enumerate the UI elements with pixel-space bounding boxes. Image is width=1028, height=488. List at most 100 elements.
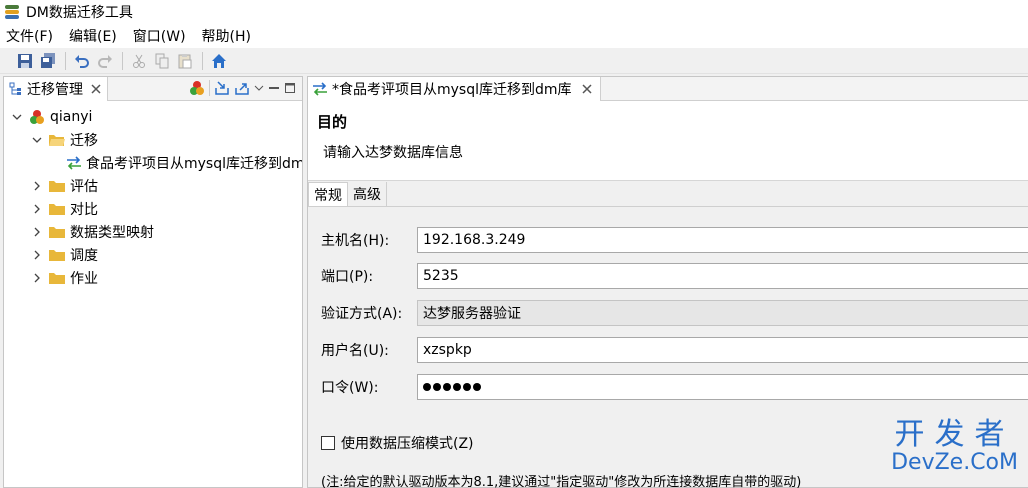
save-icon[interactable]	[14, 50, 36, 72]
folder-icon	[48, 224, 66, 240]
password-mask-dot	[473, 383, 481, 391]
toolbar-separator	[202, 51, 203, 70]
migration-task-icon	[66, 155, 82, 171]
redo-icon[interactable]	[94, 50, 116, 72]
chevron-right-icon[interactable]	[30, 179, 44, 193]
tree-item-migration-folder[interactable]: 迁移	[4, 128, 302, 151]
app-database-icon	[4, 4, 20, 20]
editor-tab-label: *食品考评项目从mysql库迁移到dm库	[332, 82, 572, 98]
folder-icon	[48, 270, 66, 286]
port-row: 端口(P):	[321, 263, 417, 289]
save-all-icon[interactable]	[37, 50, 59, 72]
password-row: 口令(W):	[321, 374, 417, 400]
chevron-right-icon[interactable]	[30, 248, 44, 262]
tree-item-label: 数据类型映射	[70, 224, 154, 241]
wizard-header: 目的 请输入达梦数据库信息	[308, 101, 1028, 181]
password-mask-dot	[443, 383, 451, 391]
tree-item-folder[interactable]: 作业	[4, 266, 302, 289]
port-input[interactable]: 5235	[417, 263, 1028, 289]
copy-icon[interactable]	[151, 50, 173, 72]
connect-icon[interactable]	[189, 80, 205, 96]
chevron-down-icon[interactable]	[30, 133, 44, 147]
folder-icon	[48, 247, 66, 263]
tree-item-migration-task[interactable]: 食品考评项目从mysql库迁移到dm库	[4, 151, 302, 174]
migration-manager-view: 迁移管理 qianyi 迁移 食品考评项目从mysql库迁移到dm库 评估 对比…	[3, 76, 303, 488]
migration-tree: qianyi 迁移 食品考评项目从mysql库迁移到dm库 评估 对比 数据类型…	[4, 101, 302, 289]
editor-tab-bar: *食品考评项目从mysql库迁移到dm库	[308, 77, 1028, 101]
tree-item-label: 评估	[70, 178, 98, 195]
close-icon[interactable]	[91, 83, 101, 94]
minimize-icon[interactable]	[268, 82, 280, 94]
compress-option[interactable]: 使用数据压缩模式(Z)	[321, 433, 474, 453]
folder-open-icon	[48, 132, 66, 148]
tree-item-label: 食品考评项目从mysql库迁移到dm库	[86, 155, 302, 172]
toolbar-separator	[122, 51, 123, 70]
undo-icon[interactable]	[71, 50, 93, 72]
tab-advanced[interactable]: 高级	[348, 182, 387, 206]
tab-general[interactable]: 常规	[308, 182, 348, 206]
username-input[interactable]: xzspkp	[417, 337, 1028, 363]
folder-icon	[48, 201, 66, 217]
chevron-down-icon[interactable]	[10, 110, 24, 124]
home-icon[interactable]	[208, 50, 230, 72]
view-menu-icon[interactable]	[254, 83, 264, 93]
tree-item-folder[interactable]: 评估	[4, 174, 302, 197]
migration-task-icon	[313, 82, 327, 96]
title-bar: DM数据迁移工具	[0, 0, 1028, 24]
user-label: 用户名(U):	[321, 343, 389, 359]
auth-row: 验证方式(A):	[321, 300, 417, 326]
export-icon[interactable]	[234, 80, 250, 96]
close-icon[interactable]	[582, 84, 592, 94]
chevron-right-icon[interactable]	[30, 271, 44, 285]
tree-item-folder[interactable]: 对比	[4, 197, 302, 220]
tree-item-root[interactable]: qianyi	[4, 105, 302, 128]
tree-item-folder[interactable]: 调度	[4, 243, 302, 266]
password-mask-dot	[453, 383, 461, 391]
port-label: 端口(P):	[321, 269, 374, 285]
project-icon	[28, 109, 46, 125]
menu-file[interactable]: 文件(F)	[6, 26, 53, 46]
form-tab-bar: 常规 高级	[308, 181, 1028, 207]
view-toolbar	[189, 80, 296, 96]
host-input[interactable]: 192.168.3.249	[417, 227, 1028, 253]
tree-item-folder[interactable]: 数据类型映射	[4, 220, 302, 243]
password-input[interactable]	[417, 374, 1028, 400]
menu-window[interactable]: 窗口(W)	[133, 26, 186, 46]
compress-checkbox[interactable]	[321, 436, 335, 450]
password-mask-dot	[463, 383, 471, 391]
toolbar-separator	[209, 80, 210, 96]
menu-bar: 文件(F) 编辑(E) 窗口(W) 帮助(H)	[0, 24, 1028, 48]
folder-icon	[48, 178, 66, 194]
host-row: 主机名(H):	[321, 227, 417, 253]
page-description: 请输入达梦数据库信息	[323, 145, 463, 161]
tree-item-label: 对比	[70, 201, 98, 218]
user-row: 用户名(U):	[321, 337, 417, 363]
watermark-line2: DevZe.CoM	[891, 450, 1018, 475]
view-tab-bar: 迁移管理	[4, 76, 302, 101]
toolbar-separator	[65, 51, 66, 70]
page-title: 目的	[317, 113, 348, 131]
watermark-logo: 开发者 DevZe.CoM	[891, 420, 1018, 474]
cut-icon[interactable]	[128, 50, 150, 72]
password-label: 口令(W):	[321, 380, 379, 396]
import-icon[interactable]	[214, 80, 230, 96]
password-mask-dot	[423, 383, 431, 391]
driver-note: (注:给定的默认驱动版本为8.1,建议通过"指定驱动"修改为所连接数据库自带的驱…	[321, 475, 802, 488]
chevron-right-icon[interactable]	[30, 202, 44, 216]
compress-label: 使用数据压缩模式(Z)	[341, 436, 474, 452]
paste-icon[interactable]	[174, 50, 196, 72]
tab-migration-manager[interactable]: 迁移管理	[4, 76, 108, 101]
view-tab-label: 迁移管理	[27, 81, 83, 98]
maximize-icon[interactable]	[284, 82, 296, 94]
chevron-right-icon[interactable]	[30, 225, 44, 239]
auth-method-field: 达梦服务器验证	[417, 300, 1028, 326]
menu-edit[interactable]: 编辑(E)	[69, 26, 117, 46]
menu-help[interactable]: 帮助(H)	[202, 26, 251, 46]
tab-migration-task[interactable]: *食品考评项目从mysql库迁移到dm库	[308, 77, 601, 101]
main-toolbar	[0, 48, 1028, 74]
host-label: 主机名(H):	[321, 233, 390, 249]
tree-item-label: 迁移	[70, 132, 98, 149]
tree-item-label: qianyi	[50, 108, 93, 125]
app-title: DM数据迁移工具	[26, 5, 133, 21]
tree-item-label: 调度	[70, 247, 98, 264]
